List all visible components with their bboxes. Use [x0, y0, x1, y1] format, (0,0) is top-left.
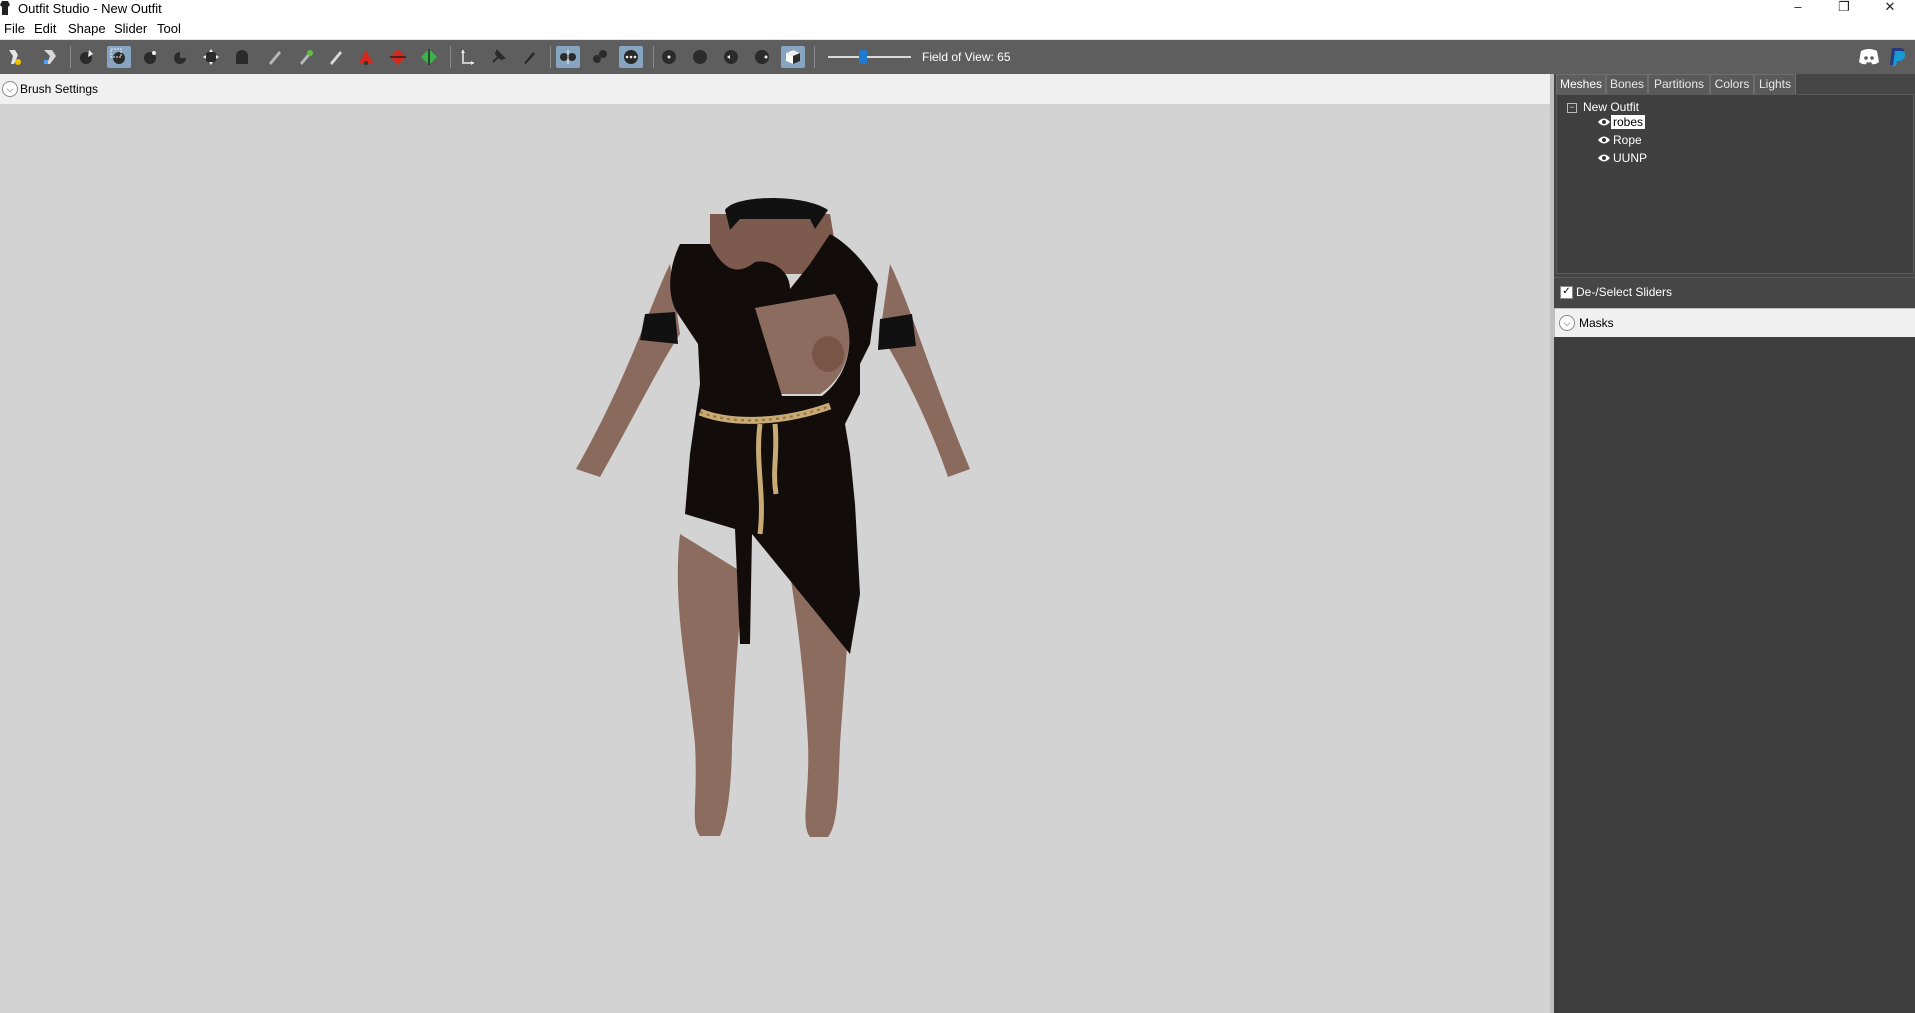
color-brush-icon[interactable] — [324, 46, 348, 68]
mesh-label[interactable]: robes — [1611, 115, 1646, 129]
fov-slider-track[interactable] — [828, 56, 911, 58]
restore-button[interactable]: ❐ — [1821, 0, 1867, 16]
vertex-edit-icon[interactable] — [517, 46, 541, 68]
new-project-icon[interactable] — [2, 46, 26, 68]
undiff-brush-icon[interactable] — [263, 46, 287, 68]
select-brush-icon[interactable] — [74, 46, 98, 68]
deflate-brush-icon[interactable] — [168, 46, 192, 68]
minimize-button[interactable]: – — [1775, 0, 1821, 16]
global-brush-icon[interactable] — [619, 46, 643, 68]
x-mirror-icon[interactable] — [556, 46, 580, 68]
visibility-eye-icon[interactable] — [1597, 117, 1611, 127]
brush-settings-label: Brush Settings — [20, 82, 99, 96]
fov-slider-handle[interactable] — [858, 50, 867, 64]
tree-collapse-toggle[interactable]: − — [1567, 103, 1577, 113]
transform-icon[interactable] — [455, 46, 479, 68]
flip-edge-icon[interactable] — [386, 46, 410, 68]
tab-lights[interactable]: Lights — [1754, 74, 1796, 95]
menu-file[interactable]: File — [4, 21, 25, 36]
brush-settings-toggle[interactable]: ⌵ — [2, 81, 18, 97]
tree-root-outfit[interactable]: New Outfit — [1583, 100, 1639, 114]
outfit-model[interactable] — [560, 124, 1000, 844]
masks-label: Masks — [1579, 316, 1614, 330]
load-outfit-icon[interactable] — [38, 46, 62, 68]
wireframe-icon[interactable] — [688, 46, 712, 68]
smooth-brush-icon[interactable] — [230, 46, 254, 68]
masks-expand-icon[interactable]: ⌵ — [1559, 315, 1575, 331]
window-title: Outfit Studio - New Outfit — [18, 1, 162, 16]
mask-visible-icon[interactable] — [781, 46, 805, 68]
menu-shape[interactable]: Shape — [68, 21, 106, 36]
menu-edit[interactable]: Edit — [34, 21, 56, 36]
discord-icon[interactable] — [1856, 46, 1882, 68]
menu-slider[interactable]: Slider — [114, 21, 147, 36]
menu-tool[interactable]: Tool — [157, 21, 181, 36]
select-sliders-checkbox[interactable]: ✓ — [1560, 286, 1573, 299]
move-brush-icon[interactable] — [199, 46, 223, 68]
mask-brush-icon[interactable] — [107, 46, 131, 68]
title-bar: Outfit Studio - New Outfit – ❐ ✕ — [0, 0, 1915, 17]
tab-colors[interactable]: Colors — [1710, 74, 1754, 95]
connected-only-icon[interactable] — [588, 46, 612, 68]
3d-viewport[interactable]: ⌵ Brush Settings — [0, 74, 1550, 1013]
app-icon — [0, 1, 10, 15]
vertex-points-icon[interactable] — [657, 46, 681, 68]
split-edge-icon[interactable] — [417, 46, 441, 68]
collapse-vertex-icon[interactable] — [354, 46, 378, 68]
tab-partitions[interactable]: Partitions — [1648, 74, 1710, 95]
close-button[interactable]: ✕ — [1867, 0, 1913, 16]
paypal-icon[interactable] — [1886, 46, 1910, 68]
mesh-tree: − New Outfit robes Rope UUNP — [1556, 94, 1914, 274]
weight-brush-icon[interactable] — [294, 46, 318, 68]
visibility-eye-icon[interactable] — [1597, 135, 1611, 145]
textures-icon[interactable] — [750, 46, 774, 68]
masks-section[interactable]: ⌵ Masks — [1554, 308, 1915, 338]
tab-meshes[interactable]: Meshes — [1556, 74, 1606, 95]
brush-settings-bar: ⌵ Brush Settings — [0, 74, 1550, 105]
select-sliders-label[interactable]: De-/Select Sliders — [1576, 285, 1672, 299]
mesh-label[interactable]: UUNP — [1611, 151, 1649, 165]
tab-bones[interactable]: Bones — [1606, 74, 1648, 95]
inflate-brush-icon[interactable] — [138, 46, 162, 68]
right-panel: Meshes Bones Partitions Colors Lights − … — [1554, 74, 1915, 1013]
menu-bar: File Edit Shape Slider Tool — [0, 18, 1915, 40]
mesh-label[interactable]: Rope — [1611, 133, 1644, 147]
sliders-header: ✓ De-/Select Sliders — [1554, 277, 1915, 306]
slider-list-area — [1554, 337, 1915, 1013]
lighting-icon[interactable] — [719, 46, 743, 68]
fov-label: Field of View: 65 — [922, 50, 1011, 64]
visibility-eye-icon[interactable] — [1597, 153, 1611, 163]
pivot-icon[interactable] — [486, 46, 510, 68]
